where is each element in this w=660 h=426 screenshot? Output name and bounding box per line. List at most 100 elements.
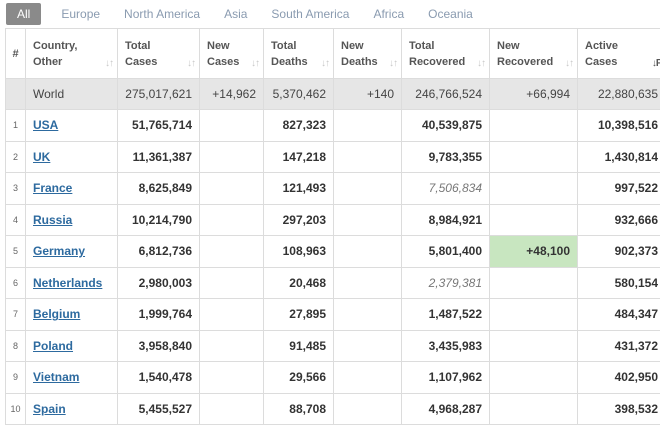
tab-north-america[interactable]: North America (112, 3, 212, 25)
cell-new-recovered (489, 361, 578, 394)
header-total-deaths[interactable]: Total Deaths ↓↑ (263, 28, 334, 79)
tab-all[interactable]: All (6, 3, 42, 25)
cell-total-cases: 11,361,387 (117, 140, 200, 173)
cell-total-recovered: 4,968,287 (401, 392, 490, 425)
row-index: 2 (5, 140, 26, 173)
header-total-recovered[interactable]: Total Recovered ↓↑ (401, 28, 490, 79)
cell-new-cases (199, 361, 264, 394)
sort-arrows-icon[interactable]: ↓↑ (105, 58, 114, 69)
table-row: 10 Spain 5,455,527 88,708 4,968,287 398,… (5, 392, 660, 425)
sort-arrows-icon[interactable]: ↓↑ (321, 58, 330, 69)
row-index: 6 (5, 266, 26, 299)
cell-new-recovered-highlight: +48,100 (489, 235, 578, 268)
cell-total-recovered: 1,487,522 (401, 298, 490, 331)
sort-arrows-icon[interactable]: ↓↑ (565, 58, 574, 69)
header-num: # (5, 28, 26, 79)
header-new-cases[interactable]: New Cases ↓↑ (199, 28, 264, 79)
cell-new-cases: +14,962 (199, 78, 264, 110)
cell-total-recovered: 40,539,875 (401, 109, 490, 142)
table-row: 9 Vietnam 1,540,478 29,566 1,107,962 402… (5, 361, 660, 394)
cell-new-deaths (333, 266, 402, 299)
tab-oceania[interactable]: Oceania (416, 3, 485, 25)
cell-new-cases (199, 329, 264, 362)
cell-active-cases: 431,372 (577, 329, 660, 362)
country-link[interactable]: Belgium (33, 307, 80, 321)
cell-total-recovered: 8,984,921 (401, 203, 490, 236)
table-row: 4 Russia 10,214,790 297,203 8,984,921 93… (5, 203, 660, 236)
cell-total-deaths: 108,963 (263, 235, 334, 268)
cell-active-cases: 402,950 (577, 361, 660, 394)
country-link[interactable]: France (33, 181, 72, 195)
header-country[interactable]: Country, Other ↓↑ (25, 28, 118, 79)
cell-new-deaths (333, 361, 402, 394)
country-link[interactable]: UK (33, 150, 50, 164)
country-link[interactable]: Russia (33, 213, 72, 227)
tab-south-america[interactable]: South America (259, 3, 361, 25)
cell-total-recovered: 1,107,962 (401, 361, 490, 394)
cell-new-deaths (333, 235, 402, 268)
country-link[interactable]: Netherlands (33, 276, 102, 290)
cell-new-cases (199, 140, 264, 173)
cell-active-cases: 902,373 (577, 235, 660, 268)
continent-tabs: All Europe North America Asia South Amer… (0, 0, 660, 28)
header-new-recovered[interactable]: New Recovered ↓↑ (489, 28, 578, 79)
cell-total-recovered: 3,435,983 (401, 329, 490, 362)
cell-new-cases (199, 266, 264, 299)
sort-arrows-icon[interactable]: ↓↑ (389, 58, 398, 69)
country-link[interactable]: Germany (33, 244, 85, 258)
cell-total-recovered: 7,506,834 (401, 172, 490, 205)
cell-new-deaths (333, 329, 402, 362)
sort-arrows-icon[interactable]: ↓↑ (251, 58, 260, 69)
cell-new-deaths (333, 392, 402, 425)
cell-new-recovered (489, 329, 578, 362)
row-index: 9 (5, 361, 26, 394)
cell-total-deaths: 88,708 (263, 392, 334, 425)
sort-arrows-icon[interactable]: ↓↑ (477, 58, 486, 69)
cell-new-recovered (489, 298, 578, 331)
cell-new-recovered (489, 109, 578, 142)
cell-total-deaths: 27,895 (263, 298, 334, 331)
table-row: 6 Netherlands 2,980,003 20,468 2,379,381… (5, 266, 660, 299)
table-header-row: # Country, Other ↓↑ Total Cases ↓↑ New C… (5, 28, 660, 79)
row-index: 10 (5, 392, 26, 425)
cell-total-cases: 2,980,003 (117, 266, 200, 299)
cell-active-cases: 484,347 (577, 298, 660, 331)
row-index: 7 (5, 298, 26, 331)
country-link[interactable]: Vietnam (33, 370, 79, 384)
cell-total-cases: 51,765,714 (117, 109, 200, 142)
table-row: 3 France 8,625,849 121,493 7,506,834 997… (5, 172, 660, 205)
cell-new-deaths (333, 109, 402, 142)
cell-new-cases (199, 203, 264, 236)
cell-new-recovered (489, 172, 578, 205)
row-index: 3 (5, 172, 26, 205)
header-total-cases[interactable]: Total Cases ↓↑ (117, 28, 200, 79)
cell-total-deaths: 147,218 (263, 140, 334, 173)
row-index: 8 (5, 329, 26, 362)
cell-active-cases: 932,666 (577, 203, 660, 236)
cell-new-deaths (333, 172, 402, 205)
country-link[interactable]: USA (33, 118, 58, 132)
table-row: 2 UK 11,361,387 147,218 9,783,355 1,430,… (5, 140, 660, 173)
sort-arrows-icon[interactable]: ↓↑ (187, 58, 196, 69)
row-index: 5 (5, 235, 26, 268)
cell-new-cases (199, 392, 264, 425)
table-row: 8 Poland 3,958,840 91,485 3,435,983 431,… (5, 329, 660, 362)
tab-africa[interactable]: Africa (361, 3, 416, 25)
cell-new-cases (199, 109, 264, 142)
cell-total-cases: 1,999,764 (117, 298, 200, 331)
header-active-cases[interactable]: Active Cases ↓F (577, 28, 660, 79)
country-link[interactable]: Spain (33, 402, 66, 416)
cell-new-deaths (333, 298, 402, 331)
country-link[interactable]: Poland (33, 339, 73, 353)
cell-total-deaths: 91,485 (263, 329, 334, 362)
sort-desc-icon[interactable]: ↓F (652, 58, 660, 69)
cell-active-cases: 1,430,814 (577, 140, 660, 173)
cell-total-recovered: 246,766,524 (401, 78, 490, 110)
tab-europe[interactable]: Europe (49, 3, 112, 25)
cell-total-deaths: 827,323 (263, 109, 334, 142)
tab-asia[interactable]: Asia (212, 3, 259, 25)
header-new-deaths[interactable]: New Deaths ↓↑ (333, 28, 402, 79)
cell-active-cases: 22,880,635 (577, 78, 660, 110)
cell-total-deaths: 297,203 (263, 203, 334, 236)
world-total-row: World 275,017,621 +14,962 5,370,462 +140… (5, 78, 660, 110)
